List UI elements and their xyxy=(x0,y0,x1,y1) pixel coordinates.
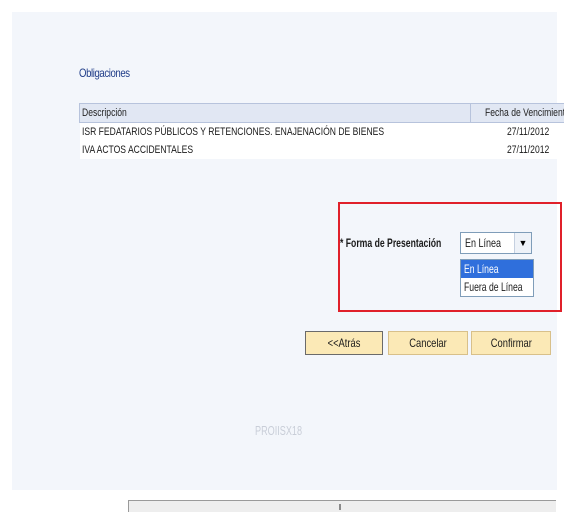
obligaciones-table: Descripción Fecha de Vencimiento ISR FED… xyxy=(78,103,564,159)
forma-presentacion-select[interactable]: En Línea ▼ xyxy=(460,232,532,254)
page-code: PROIISX18 xyxy=(255,423,303,438)
section-title: Obligaciones xyxy=(79,66,130,80)
option-fuera-de-linea[interactable]: Fuera de Línea xyxy=(461,278,533,296)
back-button[interactable]: <<Atrás xyxy=(305,331,383,355)
column-header-descripcion: Descripción xyxy=(78,103,472,123)
dropdown-arrow-icon[interactable]: ▼ xyxy=(514,233,531,253)
column-header-fecha: Fecha de Vencimiento xyxy=(470,103,564,123)
cell-descripcion: ISR FEDATARIOS PÚBLICOS Y RETENCIONES. E… xyxy=(79,122,471,141)
forma-presentacion-label: * Forma de Presentación xyxy=(340,236,442,250)
cell-fecha: 27/11/2012 xyxy=(470,122,564,141)
table-row: IVA ACTOS ACCIDENTALES 27/11/2012 xyxy=(79,141,564,159)
horizontal-scrollbar[interactable] xyxy=(128,500,556,512)
scrollbar-thumb[interactable] xyxy=(339,504,341,510)
select-value: En Línea xyxy=(465,236,502,250)
cell-descripcion: IVA ACTOS ACCIDENTALES xyxy=(79,141,471,159)
cancel-button[interactable]: Cancelar xyxy=(388,331,468,355)
option-en-linea[interactable]: En Línea xyxy=(461,260,533,278)
forma-presentacion-dropdown: En Línea Fuera de Línea xyxy=(460,259,534,297)
cell-fecha: 27/11/2012 xyxy=(470,141,564,159)
table-row: ISR FEDATARIOS PÚBLICOS Y RETENCIONES. E… xyxy=(79,122,564,141)
confirm-button[interactable]: Confirmar xyxy=(471,331,551,355)
table-header-row: Descripción Fecha de Vencimiento xyxy=(78,103,564,123)
